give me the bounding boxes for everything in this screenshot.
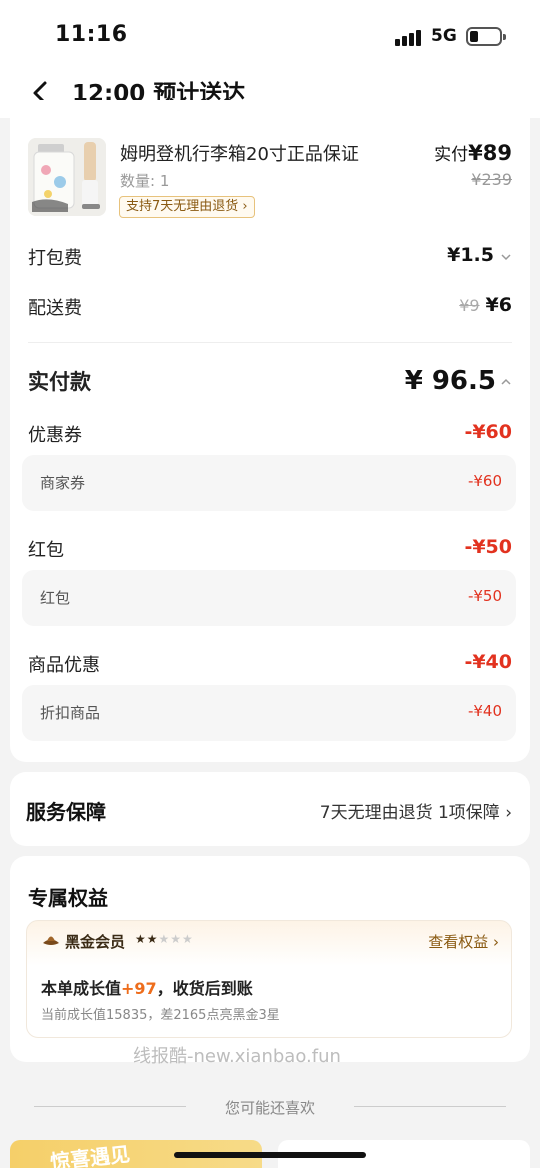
member-hat-icon xyxy=(43,936,59,945)
growth-suffix: ，收货后到账 xyxy=(156,979,253,998)
divider xyxy=(28,342,512,343)
discount-detail-box: 折扣商品 -¥40 xyxy=(22,685,516,741)
status-time: 11:16 xyxy=(55,22,128,47)
discount-detail-value: -¥60 xyxy=(467,472,502,490)
discount-detail-box: 红包 -¥50 xyxy=(22,570,516,626)
delivery-fee-row: 配送费 ¥9 ¥6 xyxy=(28,294,512,324)
recommend-heading: 您可能还喜欢 xyxy=(224,1099,315,1117)
total-label: 实付款 xyxy=(28,370,91,394)
stars-empty: ★★★ xyxy=(158,932,194,946)
delivery-fee-original: ¥9 xyxy=(459,296,480,315)
growth-value: +97 xyxy=(121,979,157,998)
packing-fee-value: ¥1.5 xyxy=(447,244,494,266)
service-title: 服务保障 xyxy=(26,800,106,824)
delivery-fee-label: 配送费 xyxy=(28,298,82,319)
packing-fee-row[interactable]: 打包费 ¥1.5 xyxy=(28,244,512,274)
paid-value: ¥89 xyxy=(468,141,512,165)
membership-box: 黑金会员 ★★★★★ 查看权益 › 本单成长值+97，收货后到账 当前成长值15… xyxy=(26,920,512,1038)
return-policy-tag[interactable]: 支持7天无理由退货 › xyxy=(119,196,255,218)
total-row[interactable]: 实付款 ¥ 96.5 xyxy=(28,366,512,402)
product-quantity: 数量: 1 xyxy=(120,172,170,190)
stars-filled: ★★ xyxy=(135,932,159,946)
discount-detail-value: -¥50 xyxy=(467,587,502,605)
product-original-price: ¥239 xyxy=(471,170,512,189)
discount-row-coupon: 优惠券 -¥60 xyxy=(28,421,512,451)
paid-label: 实付 xyxy=(434,145,469,165)
member-level-label: 黑金会员 xyxy=(65,933,126,951)
signal-icon xyxy=(395,28,423,46)
view-perks-link[interactable]: 查看权益 › xyxy=(428,931,499,952)
discount-detail-label: 红包 xyxy=(40,589,71,607)
discount-value: -¥60 xyxy=(464,421,512,443)
discount-label: 商品优惠 xyxy=(28,655,100,676)
growth-points-text: 本单成长值+97，收货后到账 xyxy=(41,975,253,999)
discount-detail-label: 商家券 xyxy=(40,474,86,492)
discount-detail-value: -¥40 xyxy=(467,702,502,720)
recommend-banner-text: 惊喜遇见 xyxy=(49,1141,132,1168)
discount-label: 优惠券 xyxy=(28,425,82,446)
perks-title: 专属权益 xyxy=(28,886,108,910)
service-guarantee-card[interactable]: 服务保障 7天无理由退货 1项保障 › xyxy=(10,772,530,846)
discount-value: -¥40 xyxy=(464,651,512,673)
product-image[interactable] xyxy=(28,138,106,216)
discount-row-redpacket: 红包 -¥50 xyxy=(28,536,512,566)
growth-prefix: 本单成长值 xyxy=(41,979,122,998)
divider xyxy=(354,1106,506,1107)
network-type: 5G xyxy=(431,26,457,46)
product-paid-price: 实付¥89 xyxy=(434,140,512,165)
chevron-up-icon xyxy=(501,378,511,385)
service-description: 7天无理由退货 1项保障 › xyxy=(319,803,512,823)
product-title[interactable]: 姆明登机行李箱20寸正品保证 xyxy=(120,140,359,166)
chevron-down-icon xyxy=(501,254,511,261)
discount-detail-label: 折扣商品 xyxy=(40,704,101,722)
exclusive-perks-card: 专属权益 黑金会员 ★★★★★ 查看权益 › 本单成长值+97，收货后到账 当前… xyxy=(10,856,530,1062)
discount-label: 红包 xyxy=(28,540,64,561)
order-detail-card: 姆明登机行李箱20寸正品保证 数量: 1 支持7天无理由退货 › 实付¥89 ¥… xyxy=(10,100,530,762)
total-value: ¥ 96.5 xyxy=(404,366,496,396)
watermark: 线报酷-new.xianbao.fun xyxy=(133,1046,341,1067)
battery-icon xyxy=(466,27,506,46)
discount-value: -¥50 xyxy=(464,536,512,558)
member-stars: ★★★★★ xyxy=(135,932,194,946)
delivery-fee-value: ¥9 ¥6 xyxy=(459,294,512,316)
home-indicator[interactable] xyxy=(174,1152,366,1158)
status-bar: 11:16 5G xyxy=(0,0,540,68)
delivery-fee-current: ¥6 xyxy=(485,294,512,316)
packing-fee-label: 打包费 xyxy=(28,248,82,269)
growth-progress-text: 当前成长值15835，差2165点亮黑金3星 xyxy=(41,1008,280,1023)
discount-row-product: 商品优惠 -¥40 xyxy=(28,651,512,681)
discount-detail-box: 商家券 -¥60 xyxy=(22,455,516,511)
